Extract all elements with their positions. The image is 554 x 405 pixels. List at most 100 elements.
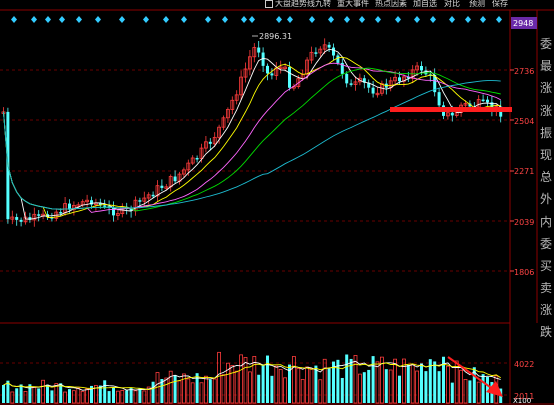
side-panel-label: 总 [539,170,552,185]
side-panel-label: 最 [539,59,552,74]
kline-chart[interactable]: 2896.31 2948 2736 2504 2271 2039 1806 40… [0,0,554,405]
volume-bar-up [318,379,323,404]
volume-bar-down [362,372,366,403]
diamond-marker-icon [465,16,471,23]
volume-bar-up [291,356,296,404]
diamond-marker-icon [328,16,334,23]
volume-bar-down [384,369,388,403]
candle-body-down [195,157,199,160]
volume-bar-down [420,363,423,403]
volume-bar-up [120,389,125,404]
volume-bar-down [37,388,41,403]
diamond-marker-icon [143,16,149,23]
side-panel-label: 涨 [539,81,552,96]
volume-bar-up [388,369,393,404]
candle-body-down [270,73,274,76]
volume-bar-up [230,365,235,404]
volume-bar-down [398,375,401,403]
volume-bar-up [243,357,248,404]
volume-bar-down [151,381,155,403]
volume-bar-up [410,364,415,404]
volume-bar-down [208,379,212,403]
volume-bar-up [309,368,314,404]
diamond-marker-icon [205,16,211,23]
volume-bar-up [247,371,252,404]
volume-bar-up [305,366,310,404]
price-tick: 2039 [514,218,534,227]
volume-bar-up [63,391,67,404]
candle-body-down [15,217,19,220]
volume-bar-up [300,379,305,404]
volume-bar-up [415,370,420,404]
candle-body-down [481,99,485,102]
ma-line [3,80,501,210]
volume-bar-up [296,367,301,404]
diamond-marker-icon [11,16,17,23]
volume-bar-up [393,358,398,404]
signal-markers [11,16,502,23]
diamond-marker-icon [344,16,350,23]
diamond-marker-icon [496,16,502,23]
price-tick: 2271 [514,167,534,176]
diamond-marker-icon [241,16,247,23]
volume-bar-up [353,355,358,404]
side-panel-label: 振 [539,125,552,140]
volume-bar-down [266,355,269,403]
volume-bar-down [138,388,142,403]
candle-body-down [37,214,41,216]
volume-bar-down [103,380,107,403]
diamond-marker-icon [119,16,125,23]
candle-body-down [160,185,164,188]
price-tick: 2504 [514,117,534,126]
side-panel-label: 涨 [539,303,552,318]
volume-bar-up [23,391,28,404]
volume-bar-up [212,378,217,404]
candle-body-down [336,55,340,63]
volume-bar-up [217,351,222,404]
peak-price-label: 2896.31 [259,32,292,41]
price-tick: 2736 [514,67,534,76]
side-panel-label: 跌 [539,325,552,340]
candle-body-down [208,141,212,144]
volume-bar-down [371,356,375,403]
volume-bar-up [239,354,244,404]
candle-body-down [257,47,261,53]
volume-bar-up [199,382,204,404]
volume-bar-down [327,368,331,403]
volume-bar-down [50,390,54,403]
volume-bar-up [72,390,76,404]
side-panel-label: 涨 [539,103,552,118]
volume-bar-down [68,389,71,403]
volume-tick: 4022 [514,360,534,369]
volume-bar-up [116,390,120,404]
volume-bar-up [476,381,481,404]
volume-bar-up [41,379,45,404]
volume-bar-up [76,387,81,404]
candle-body-down [314,52,318,54]
volume-bar-up [278,369,283,404]
volume-bar-up [133,390,138,404]
volume-bar-down [437,371,441,403]
volume-bar-down [257,374,261,403]
diamond-marker-icon [76,16,82,23]
volume-bar-down [433,361,437,403]
volume-bar-down [46,384,49,403]
candle-body-down [332,47,335,56]
ma-line [3,62,501,213]
candle-body-down [345,73,349,84]
diamond-marker-icon [222,16,228,23]
volume-unit-label: X100 [513,397,531,405]
volume-bar-down [129,388,133,403]
diamond-marker-icon [276,16,282,23]
candle-body-down [266,65,269,74]
volume-bar-down [261,364,265,403]
current-price-label: 2948 [513,19,533,28]
volume-bars [2,351,503,404]
diamond-marker-icon [449,16,455,23]
volume-bar-up [274,365,279,404]
candle-body-down [19,219,23,222]
volume-bar-down [345,354,349,403]
diamond-marker-icon [45,16,51,23]
annotations [390,107,512,397]
diamond-marker-icon [95,16,101,23]
